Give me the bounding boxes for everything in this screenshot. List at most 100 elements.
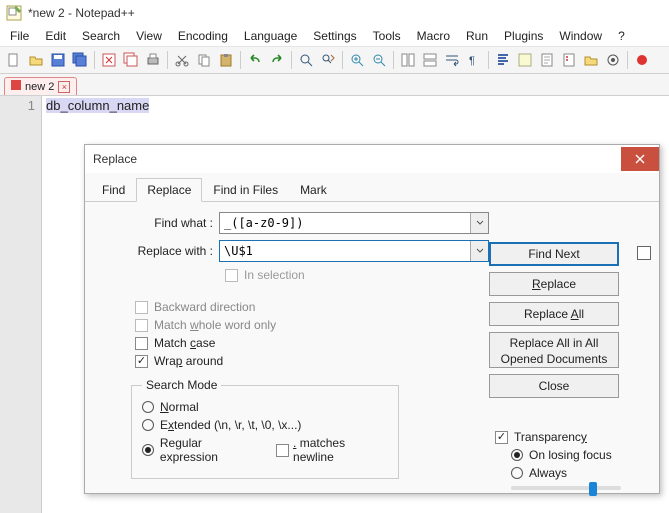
redo-icon[interactable] [267, 50, 287, 70]
mode-normal-radio[interactable]: Normal [142, 400, 388, 414]
mode-extended-radio[interactable]: Extended (\n, \r, \t, \0, \x...) [142, 418, 388, 432]
matches-newline-checkbox[interactable] [276, 444, 289, 457]
line-number: 1 [0, 98, 35, 113]
menu-plugins[interactable]: Plugins [496, 27, 551, 45]
on-losing-focus-radio[interactable]: On losing focus [511, 448, 645, 462]
tab-close-icon[interactable]: × [58, 81, 70, 93]
menu-settings[interactable]: Settings [305, 27, 364, 45]
window-titlebar: *new 2 - Notepad++ [0, 0, 669, 26]
document-tab-label: new 2 [25, 81, 54, 93]
mode-normal-label: Normal [160, 400, 199, 414]
close-all-icon[interactable] [121, 50, 141, 70]
tab-mark[interactable]: Mark [289, 178, 338, 202]
menu-edit[interactable]: Edit [37, 27, 74, 45]
toolbar-separator [291, 51, 292, 69]
document-tabstrip: new 2 × [0, 74, 669, 96]
match-case-label: Match case [154, 336, 215, 350]
backward-checkbox [135, 301, 148, 314]
menu-file[interactable]: File [2, 27, 37, 45]
mode-regex-radio[interactable]: Regular expression . matches newline [142, 436, 388, 464]
replace-with-label: Replace with : [95, 244, 219, 258]
replace-dialog: Replace Find Replace Find in Files Mark … [84, 144, 660, 494]
menu-help[interactable]: ? [610, 27, 633, 45]
menu-run[interactable]: Run [458, 27, 496, 45]
sync-h-icon[interactable] [420, 50, 440, 70]
menu-tools[interactable]: Tools [365, 27, 409, 45]
whole-word-checkbox [135, 319, 148, 332]
mode-extended-label: Extended (\n, \r, \t, \0, \x...) [160, 418, 301, 432]
matches-newline-label: . matches newline [293, 436, 388, 464]
folder-view-icon[interactable] [581, 50, 601, 70]
find-what-label: Find what : [95, 216, 219, 230]
paste-icon[interactable] [216, 50, 236, 70]
search-mode-legend: Search Mode [142, 378, 221, 392]
tab-find-in-files[interactable]: Find in Files [202, 178, 289, 202]
save-icon[interactable] [48, 50, 68, 70]
toolbar-separator [488, 51, 489, 69]
toolbar-separator [167, 51, 168, 69]
copy-icon[interactable] [194, 50, 214, 70]
cut-icon[interactable] [172, 50, 192, 70]
replace-with-dropdown-icon[interactable] [470, 241, 488, 261]
dialog-titlebar[interactable]: Replace [85, 145, 659, 173]
line-number-gutter: 1 [0, 96, 42, 513]
find-next-button[interactable]: Find Next [489, 242, 619, 266]
find-what-input[interactable] [219, 212, 489, 234]
transparency-slider[interactable] [511, 486, 621, 490]
dialog-tabs: Find Replace Find in Files Mark [85, 173, 659, 202]
toolbar: ¶ [0, 46, 669, 74]
zoom-out-icon[interactable] [369, 50, 389, 70]
toolbar-separator [627, 51, 628, 69]
undo-icon[interactable] [245, 50, 265, 70]
slider-thumb[interactable] [589, 482, 597, 496]
menu-search[interactable]: Search [74, 27, 128, 45]
replace-button[interactable]: Replace [489, 272, 619, 296]
save-all-icon[interactable] [70, 50, 90, 70]
document-tab[interactable]: new 2 × [4, 77, 77, 95]
indent-guide-icon[interactable] [493, 50, 513, 70]
find-icon[interactable] [296, 50, 316, 70]
toolbar-separator [94, 51, 95, 69]
code-line: db_column_name [46, 98, 149, 113]
tab-replace[interactable]: Replace [136, 178, 202, 202]
window-title: *new 2 - Notepad++ [28, 6, 135, 20]
zoom-in-icon[interactable] [347, 50, 367, 70]
menu-encoding[interactable]: Encoding [170, 27, 236, 45]
close-button[interactable]: Close [489, 374, 619, 398]
app-icon [6, 5, 22, 21]
new-file-icon[interactable] [4, 50, 24, 70]
save-indicator-icon [11, 80, 21, 93]
func-list-icon[interactable] [559, 50, 579, 70]
transparency-checkbox[interactable]: ✓ [495, 431, 508, 444]
menu-language[interactable]: Language [236, 27, 305, 45]
replace-all-opened-button[interactable]: Replace All in All Opened Documents [489, 332, 619, 368]
open-file-icon[interactable] [26, 50, 46, 70]
show-all-icon[interactable]: ¶ [464, 50, 484, 70]
dialog-close-button[interactable] [621, 147, 659, 171]
menu-window[interactable]: Window [551, 27, 610, 45]
record-macro-icon[interactable] [632, 50, 652, 70]
mode-regex-label: Regular expression [160, 436, 262, 464]
find-what-dropdown-icon[interactable] [470, 213, 488, 233]
menu-view[interactable]: View [128, 27, 170, 45]
menu-macro[interactable]: Macro [409, 27, 458, 45]
replace-all-button[interactable]: Replace All [489, 302, 619, 326]
transparency-label: Transparency [514, 430, 587, 444]
always-radio[interactable]: Always [511, 466, 645, 480]
wrap-around-checkbox[interactable]: ✓ [135, 355, 148, 368]
monitor-icon[interactable] [603, 50, 623, 70]
backward-label: Backward direction [154, 300, 255, 314]
user-lang-icon[interactable] [515, 50, 535, 70]
doc-map-icon[interactable] [537, 50, 557, 70]
sync-v-icon[interactable] [398, 50, 418, 70]
print-icon[interactable] [143, 50, 163, 70]
wrap-icon[interactable] [442, 50, 462, 70]
tab-find[interactable]: Find [91, 178, 136, 202]
close-icon[interactable] [99, 50, 119, 70]
search-mode-group: Search Mode Normal Extended (\n, \r, \t,… [131, 378, 399, 479]
replace-icon[interactable] [318, 50, 338, 70]
wrap-around-label: Wrap around [154, 354, 223, 368]
find-next-extra-checkbox[interactable] [637, 246, 651, 260]
match-case-checkbox[interactable] [135, 337, 148, 350]
replace-with-input[interactable] [219, 240, 489, 262]
